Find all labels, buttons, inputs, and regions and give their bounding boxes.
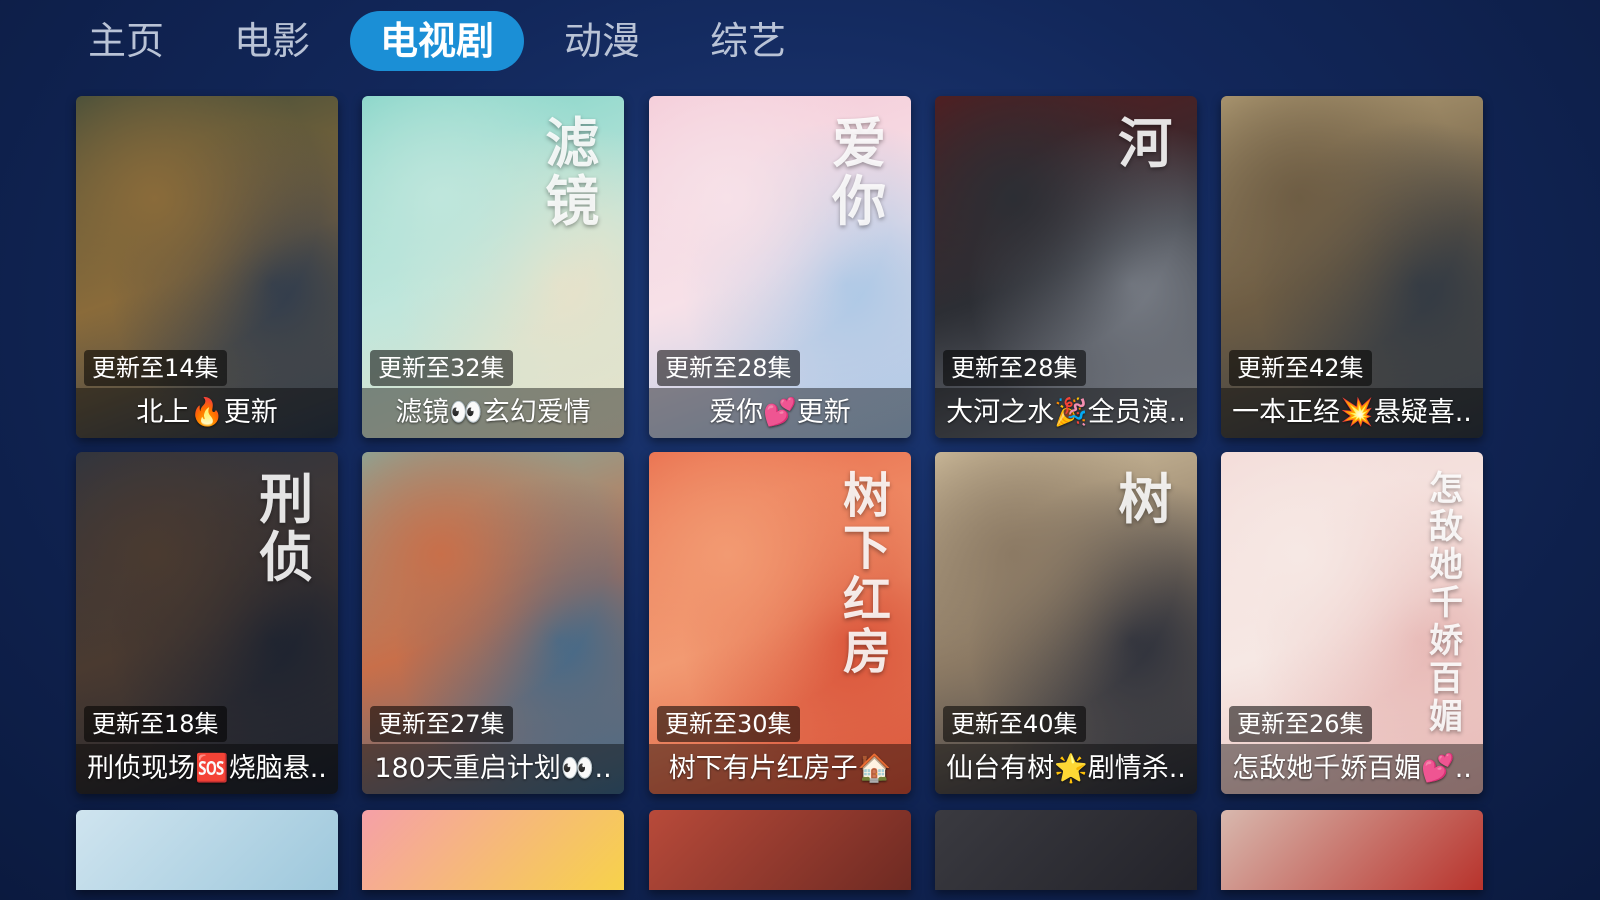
show-card[interactable]: 更新至27集 180天重启计划👀..: [362, 452, 624, 794]
poster-image: [362, 452, 624, 794]
poster-image: [1221, 810, 1483, 890]
episode-badge: 更新至14集: [84, 350, 227, 386]
poster-image: [362, 810, 624, 890]
show-card[interactable]: 更新至14集北上🔥更新: [76, 96, 338, 438]
poster-image: [76, 810, 338, 890]
show-card[interactable]: 爱你更新至28集爱你💕更新: [649, 96, 911, 438]
show-card[interactable]: 滤镜更新至32集滤镜👀玄幻爱情: [362, 96, 624, 438]
episode-badge: 更新至28集: [943, 350, 1086, 386]
show-card[interactable]: 更新至42集一本正经💥悬疑喜..: [1221, 96, 1483, 438]
show-card[interactable]: [935, 810, 1197, 890]
show-card[interactable]: 河更新至28集大河之水🎉全员演..: [935, 96, 1197, 438]
episode-badge: 更新至27集: [370, 706, 513, 742]
poster-title-art: 树: [1118, 467, 1173, 531]
poster-image: [649, 810, 911, 890]
poster-title-art: 刑侦: [259, 467, 314, 589]
poster-image: [935, 810, 1197, 890]
episode-badge: 更新至28集: [657, 350, 800, 386]
poster-title-art: 怎敌她千娇百媚: [1429, 469, 1463, 737]
show-title: 爱你💕更新: [709, 397, 851, 428]
poster-title-art: 树下红房: [843, 468, 892, 680]
poster-title-art: 爱你: [832, 111, 887, 233]
show-title: 一本正经💥悬疑喜..: [1232, 397, 1472, 428]
show-title: 北上🔥更新: [136, 397, 278, 428]
show-card[interactable]: 刑侦更新至18集刑侦现场🆘烧脑悬..: [76, 452, 338, 794]
show-title: 怎敌她千娇百媚💕..: [1232, 753, 1472, 784]
poster-title-art: 河: [1118, 111, 1173, 175]
show-card[interactable]: [362, 810, 624, 890]
show-title: 大河之水🎉全员演..: [946, 397, 1186, 428]
show-card[interactable]: [76, 810, 338, 890]
episode-badge: 更新至40集: [943, 706, 1086, 742]
show-title: 树下有片红房子🏠: [668, 753, 892, 784]
content-grid: 更新至14集 北上🔥更新 滤镜 更新至32集 滤镜👀玄幻爱情 爱你 更新至28集 爱你💕更新河…: [0, 0, 1600, 900]
show-title: 仙台有树🌟剧情杀..: [946, 753, 1186, 784]
show-title: 刑侦现场🆘烧脑悬..: [87, 753, 327, 784]
episode-badge: 更新至18集: [84, 706, 227, 742]
poster-image: [76, 96, 338, 438]
episode-badge: 更新至30集: [657, 706, 800, 742]
poster-image: [1221, 96, 1483, 438]
show-card[interactable]: 怎敌她千娇百媚更新至26集怎敌她千娇百媚💕..: [1221, 452, 1483, 794]
episode-badge: 更新至26集: [1229, 706, 1372, 742]
show-title: 180天重启计划👀..: [374, 753, 612, 784]
poster-title-art: 滤镜: [545, 111, 600, 233]
show-card[interactable]: [1221, 810, 1483, 890]
show-card[interactable]: 树更新至40集仙台有树🌟剧情杀..: [935, 452, 1197, 794]
episode-badge: 更新至42集: [1229, 350, 1372, 386]
episode-badge: 更新至32集: [370, 350, 513, 386]
show-card[interactable]: 树下红房更新至30集树下有片红房子🏠: [649, 452, 911, 794]
show-title: 滤镜👀玄幻爱情: [395, 397, 591, 428]
show-card[interactable]: [649, 810, 911, 890]
